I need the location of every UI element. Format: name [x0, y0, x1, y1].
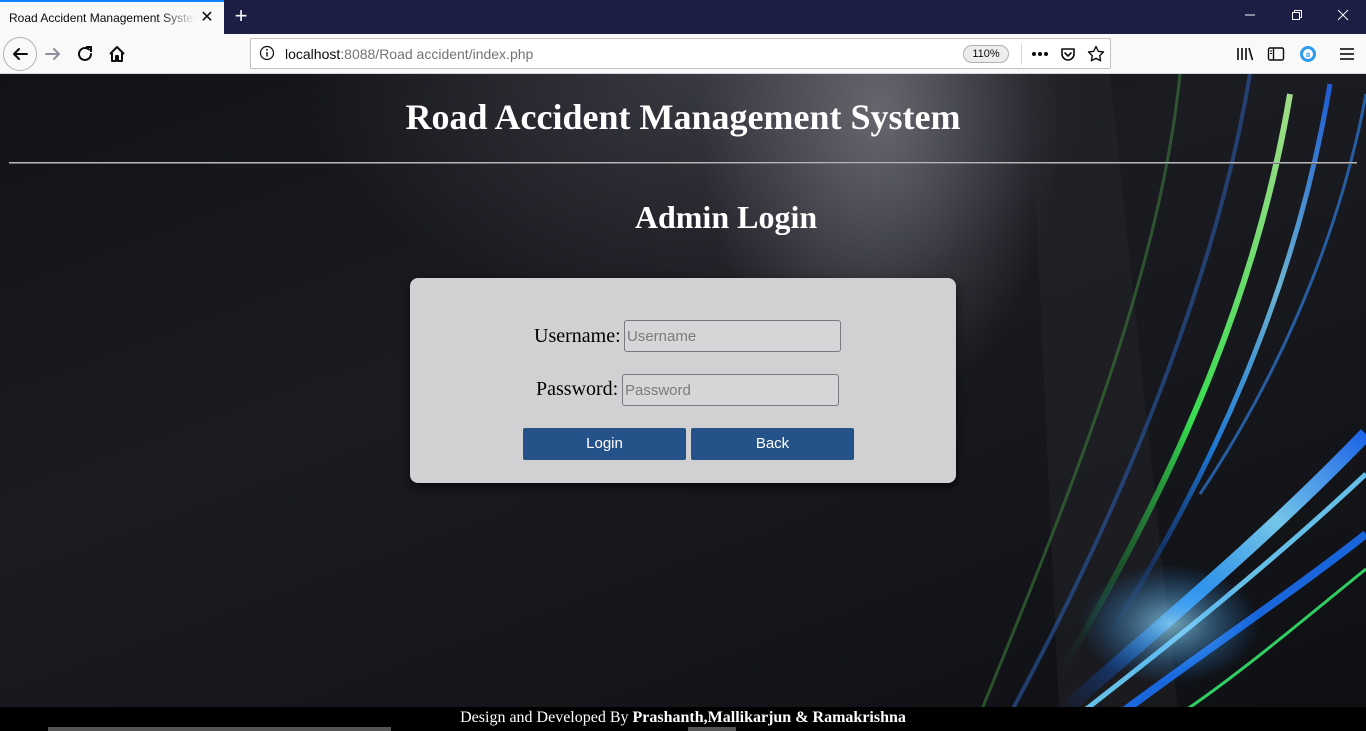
page-content: Road Accident Management System Admin Lo… — [0, 74, 1366, 731]
library-icon[interactable] — [1235, 44, 1255, 64]
footer-developers: Prashanth,Mallikarjun & Ramakrishna — [632, 709, 906, 726]
footer-prefix: Design and Developed By — [460, 709, 633, 726]
minimize-icon[interactable] — [1240, 6, 1260, 26]
url-path: :8088/Road accident/index.php — [340, 46, 534, 62]
horizontal-scrollbar[interactable] — [48, 727, 391, 731]
password-label: Password: — [536, 378, 619, 400]
horizontal-scrollbar-thumb[interactable] — [688, 727, 736, 731]
navigation-toolbar: localhost:8088/Road accident/index.php 1… — [0, 34, 1366, 74]
plus-icon[interactable]: + — [230, 5, 252, 27]
info-icon[interactable] — [259, 45, 275, 61]
sidebar-icon[interactable] — [1266, 44, 1286, 64]
bookmark-star-icon[interactable] — [1086, 44, 1106, 64]
home-icon[interactable] — [101, 38, 133, 70]
extension-icon[interactable]: a — [1298, 44, 1318, 64]
tab-active[interactable]: Road Accident Management System ✕ — [0, 0, 224, 34]
menu-icon[interactable] — [1337, 44, 1357, 64]
horizontal-divider — [9, 162, 1357, 164]
url-separator — [1021, 43, 1022, 65]
login-heading: Admin Login — [634, 199, 818, 235]
forward-arrow-icon[interactable] — [37, 38, 69, 70]
tab-title-fade — [160, 4, 196, 32]
restore-icon[interactable] — [1287, 6, 1307, 26]
login-button[interactable]: Login — [523, 428, 686, 460]
back-button[interactable]: Back — [691, 428, 854, 460]
username-label: Username: — [534, 325, 621, 347]
zoom-badge[interactable]: 110% — [963, 45, 1009, 63]
url-bar[interactable]: localhost:8088/Road accident/index.php 1… — [250, 38, 1111, 69]
reload-icon[interactable] — [69, 38, 101, 70]
page-title: Road Accident Management System — [405, 97, 961, 137]
login-form: Username: Password: Login Back — [410, 278, 956, 483]
password-input[interactable] — [622, 374, 839, 406]
tab-bar: Road Accident Management System ✕ + — [0, 0, 1366, 34]
url-host: localhost — [285, 46, 341, 62]
pocket-icon[interactable] — [1058, 44, 1078, 64]
window-close-icon[interactable] — [1333, 6, 1353, 26]
close-icon[interactable]: ✕ — [198, 9, 216, 27]
more-actions-icon[interactable] — [1030, 44, 1050, 64]
back-arrow-icon[interactable] — [3, 37, 37, 71]
url-text[interactable]: localhost:8088/Road accident/index.php — [285, 46, 533, 62]
svg-text:a: a — [1306, 50, 1311, 59]
username-input[interactable] — [624, 320, 841, 352]
